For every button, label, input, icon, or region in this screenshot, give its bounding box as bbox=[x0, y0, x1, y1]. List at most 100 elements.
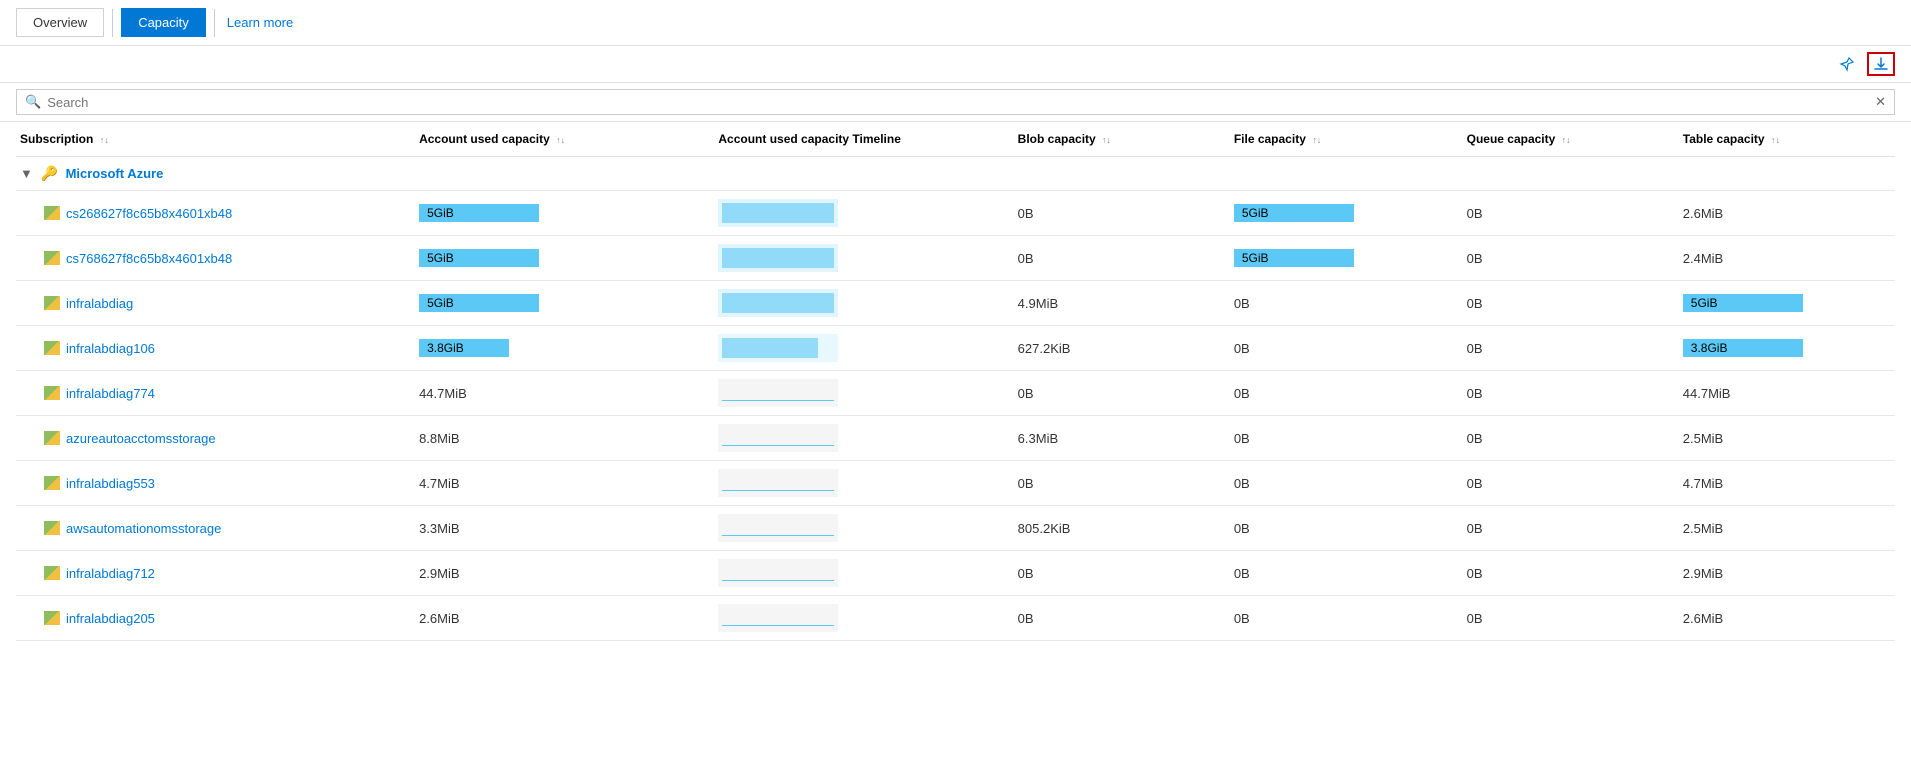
blob-capacity-cell: 0B bbox=[1014, 461, 1230, 506]
account-used-text: 2.9MiB bbox=[419, 566, 459, 581]
tab-overview[interactable]: Overview bbox=[16, 8, 104, 37]
storage-icon bbox=[44, 296, 60, 310]
storage-account-link[interactable]: infralabdiag712 bbox=[44, 566, 407, 581]
timeline-bar bbox=[718, 244, 838, 272]
search-row: 🔍 ✕ bbox=[0, 83, 1911, 122]
blob-capacity-cell: 6.3MiB bbox=[1014, 416, 1230, 461]
blob-capacity-cell: 0B bbox=[1014, 191, 1230, 236]
key-icon: 🔑 bbox=[41, 165, 58, 181]
table-capacity-cell: 5GiB bbox=[1679, 281, 1895, 326]
storage-account-link[interactable]: cs268627f8c65b8x4601xb48 bbox=[44, 206, 407, 221]
learn-more-link[interactable]: Learn more bbox=[227, 15, 293, 30]
table-row: infralabdiag774 44.7MiB0B0B0B44.7MiB bbox=[16, 371, 1895, 416]
pin-button[interactable] bbox=[1835, 52, 1859, 76]
storage-account-link[interactable]: infralabdiag553 bbox=[44, 476, 407, 491]
account-used-cell: 5GiB bbox=[415, 281, 714, 326]
blob-capacity-value: 0B bbox=[1018, 251, 1034, 266]
table-row: infralabdiag553 4.7MiB0B0B0B4.7MiB bbox=[16, 461, 1895, 506]
table-row: infralabdiag106 3.8GiB627.2KiB0B0B3.8GiB bbox=[16, 326, 1895, 371]
storage-account-link[interactable]: cs768627f8c65b8x4601xb48 bbox=[44, 251, 407, 266]
blob-capacity-value: 0B bbox=[1018, 386, 1034, 401]
timeline-line-bar bbox=[718, 604, 838, 632]
queue-capacity-cell: 0B bbox=[1463, 236, 1679, 281]
col-header-blob[interactable]: Blob capacity ↑↓ bbox=[1014, 122, 1230, 157]
timeline-cell bbox=[714, 416, 1013, 461]
clear-search-icon[interactable]: ✕ bbox=[1875, 94, 1886, 110]
col-header-account-used[interactable]: Account used capacity ↑↓ bbox=[415, 122, 714, 157]
file-capacity-bar: 5GiB bbox=[1234, 249, 1354, 267]
table-capacity-value: 2.6MiB bbox=[1683, 611, 1723, 626]
download-button[interactable] bbox=[1867, 52, 1895, 76]
queue-capacity-value: 0B bbox=[1467, 251, 1483, 266]
group-toggle-icon[interactable]: ▼ bbox=[20, 166, 33, 181]
file-capacity-cell: 0B bbox=[1230, 281, 1463, 326]
timeline-cell bbox=[714, 191, 1013, 236]
account-used-cell: 2.6MiB bbox=[415, 596, 714, 641]
subscription-cell: awsautomationomsstorage bbox=[16, 506, 415, 551]
col-header-file[interactable]: File capacity ↑↓ bbox=[1230, 122, 1463, 157]
account-used-cell: 5GiB bbox=[415, 191, 714, 236]
subscription-cell: cs768627f8c65b8x4601xb48 bbox=[16, 236, 415, 281]
col-header-timeline: Account used capacity Timeline bbox=[714, 122, 1013, 157]
file-capacity-value: 0B bbox=[1234, 566, 1250, 581]
file-capacity-cell: 0B bbox=[1230, 596, 1463, 641]
queue-capacity-value: 0B bbox=[1467, 386, 1483, 401]
blob-capacity-cell: 0B bbox=[1014, 236, 1230, 281]
sort-icon-blob: ↑↓ bbox=[1102, 135, 1111, 145]
file-capacity-value: 0B bbox=[1234, 296, 1250, 311]
search-input[interactable] bbox=[47, 95, 1875, 110]
file-capacity-cell: 0B bbox=[1230, 461, 1463, 506]
queue-capacity-cell: 0B bbox=[1463, 461, 1679, 506]
timeline-cell bbox=[714, 236, 1013, 281]
storage-account-link[interactable]: infralabdiag774 bbox=[44, 386, 407, 401]
subscription-cell: infralabdiag553 bbox=[16, 461, 415, 506]
blob-capacity-value: 805.2KiB bbox=[1018, 521, 1071, 536]
storage-icon bbox=[44, 566, 60, 580]
col-header-subscription[interactable]: Subscription ↑↓ bbox=[16, 122, 415, 157]
tab-capacity[interactable]: Capacity bbox=[121, 8, 206, 37]
table-capacity-value: 2.6MiB bbox=[1683, 206, 1723, 221]
storage-icon bbox=[44, 476, 60, 490]
timeline-bar bbox=[718, 289, 838, 317]
file-capacity-cell: 0B bbox=[1230, 326, 1463, 371]
table-capacity-cell: 4.7MiB bbox=[1679, 461, 1895, 506]
queue-capacity-cell: 0B bbox=[1463, 506, 1679, 551]
storage-account-link[interactable]: infralabdiag106 bbox=[44, 341, 407, 356]
table-capacity-value: 2.9MiB bbox=[1683, 566, 1723, 581]
table-capacity-value: 2.5MiB bbox=[1683, 431, 1723, 446]
table-capacity-bar: 5GiB bbox=[1683, 294, 1803, 312]
queue-capacity-value: 0B bbox=[1467, 206, 1483, 221]
table-capacity-value: 4.7MiB bbox=[1683, 476, 1723, 491]
table-capacity-cell: 2.6MiB bbox=[1679, 596, 1895, 641]
storage-account-link[interactable]: awsautomationomsstorage bbox=[44, 521, 407, 536]
storage-account-link[interactable]: infralabdiag205 bbox=[44, 611, 407, 626]
col-header-table[interactable]: Table capacity ↑↓ bbox=[1679, 122, 1895, 157]
timeline-bar bbox=[718, 334, 838, 362]
queue-capacity-cell: 0B bbox=[1463, 281, 1679, 326]
storage-icon bbox=[44, 386, 60, 400]
queue-capacity-cell: 0B bbox=[1463, 416, 1679, 461]
table-row: infralabdiag205 2.6MiB0B0B0B2.6MiB bbox=[16, 596, 1895, 641]
account-used-cell: 5GiB bbox=[415, 236, 714, 281]
blob-capacity-cell: 0B bbox=[1014, 371, 1230, 416]
table-row: cs268627f8c65b8x4601xb48 5GiB0B5GiB0B2.6… bbox=[16, 191, 1895, 236]
file-capacity-cell: 0B bbox=[1230, 551, 1463, 596]
file-capacity-cell: 0B bbox=[1230, 416, 1463, 461]
queue-capacity-value: 0B bbox=[1467, 341, 1483, 356]
storage-icon bbox=[44, 611, 60, 625]
table-capacity-cell: 2.4MiB bbox=[1679, 236, 1895, 281]
blob-capacity-value: 4.9MiB bbox=[1018, 296, 1058, 311]
table-capacity-bar: 3.8GiB bbox=[1683, 339, 1803, 357]
group-subscription-link[interactable]: Microsoft Azure bbox=[66, 166, 164, 181]
account-used-cell: 2.9MiB bbox=[415, 551, 714, 596]
sort-icon-subscription: ↑↓ bbox=[100, 135, 109, 145]
table-row: infralabdiag 5GiB4.9MiB0B0B5GiB bbox=[16, 281, 1895, 326]
storage-icon bbox=[44, 431, 60, 445]
subscription-cell: infralabdiag712 bbox=[16, 551, 415, 596]
timeline-cell bbox=[714, 506, 1013, 551]
storage-account-link[interactable]: azureautoacctomsstorage bbox=[44, 431, 407, 446]
group-header-cell: ▼ 🔑 Microsoft Azure bbox=[16, 157, 1895, 191]
col-header-queue[interactable]: Queue capacity ↑↓ bbox=[1463, 122, 1679, 157]
storage-account-link[interactable]: infralabdiag bbox=[44, 296, 407, 311]
subscription-cell: infralabdiag106 bbox=[16, 326, 415, 371]
